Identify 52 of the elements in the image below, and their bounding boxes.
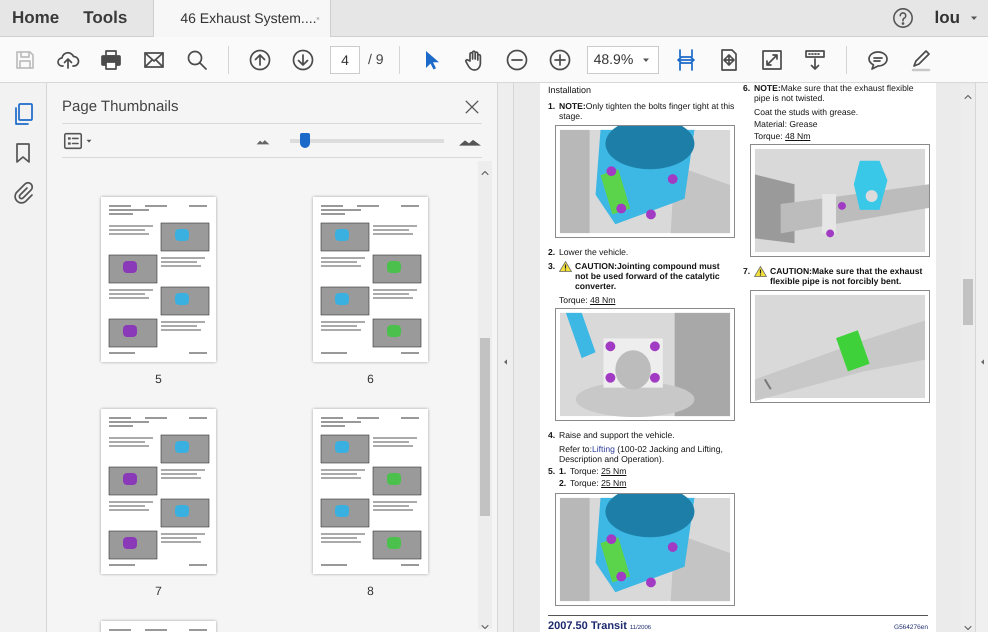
torque-spec: Torque: 25 Nm: [570, 478, 626, 488]
help-icon: [892, 7, 914, 29]
warning-icon: [754, 266, 767, 277]
step-number: 6.: [743, 83, 752, 95]
step-text: Lower the vehicle.: [559, 247, 630, 257]
page-number-label: 5: [154, 370, 163, 384]
step-number: 2.: [559, 478, 568, 490]
step-number: 5.: [548, 466, 556, 478]
zoom-dropdown[interactable]: 48.9%: [586, 46, 659, 74]
step-number: 7.: [743, 266, 752, 278]
page-number-label: 8: [366, 582, 375, 596]
page-count: / 9: [368, 50, 384, 69]
torque-link[interactable]: 48 Nm: [590, 295, 616, 305]
step-number: 2.: [548, 247, 556, 259]
step-number: 4.: [548, 430, 556, 442]
vehicle-model: 2007.50 Transit: [548, 621, 627, 631]
step-number: 1.: [548, 101, 556, 113]
slider-thumb[interactable]: [300, 133, 310, 148]
instruction-text: Material: Grease: [754, 119, 819, 129]
page-number-label: 7: [154, 582, 163, 596]
warning-icon: [559, 261, 572, 272]
reference-text: Refer to:Lifting (100-02 Jacking and Lifting, Description and Operation).: [559, 444, 724, 464]
page-thumbnail[interactable]: [313, 408, 428, 574]
scrollbar-thumb[interactable]: [963, 279, 973, 325]
nav-tab[interactable]: Tools: [71, 0, 140, 36]
page-thumbnail[interactable]: [101, 408, 216, 574]
page-number-field[interactable]: 4: [330, 46, 360, 74]
step-text: Raise and support the vehicle.: [559, 430, 676, 440]
instruction-text: Coat the studs with grease.: [754, 107, 860, 117]
user-menu[interactable]: lou: [934, 5, 980, 31]
torque-spec: Torque: 48 Nm: [559, 295, 616, 305]
page-thumbnail[interactable]: [101, 196, 216, 362]
page-thumbnail[interactable]: [313, 196, 428, 362]
torque-link[interactable]: 25 Nm: [601, 478, 626, 488]
step-number: 1.: [559, 466, 568, 478]
note-text: NOTE:Make sure that the exhaust flexible pipe is not twisted.: [754, 83, 915, 103]
caution-text: CAUTION:Jointing compound must not be used forward of the catalytic converter.: [575, 261, 721, 291]
document-tab[interactable]: 46 Exhaust System....: [153, 0, 332, 37]
torque-link[interactable]: 48 Nm: [785, 131, 810, 141]
torque-link[interactable]: 25 Nm: [601, 466, 626, 476]
panel-title: Page Thumbnails: [62, 96, 178, 117]
step-number: 3.: [548, 261, 556, 273]
section-heading: Installation: [548, 85, 592, 95]
nav-tab[interactable]: Home: [0, 0, 72, 36]
page-number-label: 6: [366, 370, 375, 384]
scrollbar[interactable]: [478, 160, 492, 629]
note-text: NOTE:Only tighten the bolts finger tight at this stage.: [559, 101, 735, 121]
torque-spec: Torque: 25 Nm: [570, 466, 626, 476]
torque-spec: Torque: 48 Nm: [754, 131, 812, 141]
reference-link[interactable]: Lifting: [592, 444, 615, 454]
caution-text: CAUTION:Make sure that the exhaust flexible pipe is not forcibly bent.: [770, 266, 924, 286]
scrollbar-thumb[interactable]: [480, 338, 490, 516]
